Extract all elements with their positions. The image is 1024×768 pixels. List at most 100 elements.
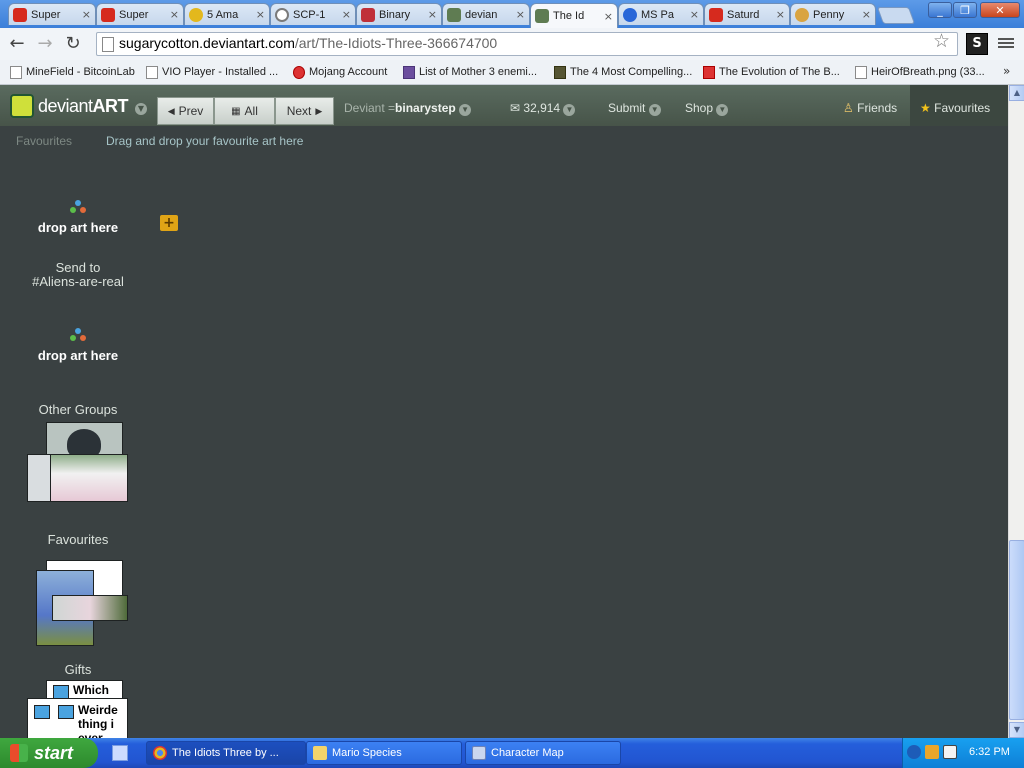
- back-arrow-icon[interactable]: ←: [6, 33, 28, 55]
- favourites-tab[interactable]: ★ Favourites: [910, 85, 1008, 126]
- envelope-icon: ✉: [510, 101, 521, 115]
- bookmark-item[interactable]: Mojang Account: [293, 64, 387, 80]
- grid-icon: ▦: [231, 105, 241, 117]
- drop-sidebar: drop art here + Send to #Aliens-are-real…: [0, 152, 1008, 738]
- chevron-down-icon[interactable]: ▼: [135, 103, 147, 115]
- bookmark-item[interactable]: The 4 Most Compelling...: [554, 64, 692, 80]
- favourites-section-label[interactable]: Favourites: [0, 532, 158, 547]
- prev-button[interactable]: ◀ Prev: [157, 97, 214, 125]
- tab-close-icon[interactable]: ×: [342, 8, 351, 21]
- system-tray: 6:32 PM: [902, 738, 1024, 768]
- maximize-button[interactable]: ❐: [953, 2, 977, 18]
- folder-icon: [313, 746, 327, 760]
- bookmark-item[interactable]: The Evolution of The B...: [703, 64, 840, 80]
- chevron-down-icon: ▼: [648, 104, 661, 116]
- forward-arrow-icon[interactable]: →: [34, 33, 56, 55]
- browser-tab-5[interactable]: Binary ×: [356, 3, 442, 25]
- coin-icon: [189, 7, 203, 22]
- b-icon: [703, 65, 715, 79]
- address-bar[interactable]: sugarycotton.deviantart.com/art/The-Idio…: [96, 32, 958, 56]
- favourites-label[interactable]: Favourites: [16, 134, 72, 148]
- browser-toolbar: ← → ↻ sugarycotton.deviantart.com/art/Th…: [0, 28, 1024, 61]
- submit-menu[interactable]: Submit ▼: [608, 101, 661, 116]
- mario-icon: [101, 7, 115, 22]
- browser-tab-3[interactable]: 5 Ama ×: [184, 3, 270, 25]
- face-icon: [795, 7, 809, 22]
- bookmark-item[interactable]: MineField - BitcoinLab: [10, 64, 135, 80]
- extension-button[interactable]: S: [966, 33, 988, 55]
- reload-icon[interactable]: ↻: [62, 33, 84, 55]
- taskbar-item-charmap[interactable]: Character Map: [465, 741, 621, 765]
- tab-close-icon[interactable]: ×: [776, 8, 785, 21]
- browser-tab-9[interactable]: Saturd ×: [704, 3, 790, 25]
- vertical-scrollbar[interactable]: ▲ ▼: [1008, 85, 1024, 738]
- add-group-button[interactable]: +: [160, 215, 178, 231]
- all-button[interactable]: ▦ All: [214, 97, 275, 125]
- group-thumbnail[interactable]: [50, 454, 128, 502]
- windows-logo-icon: [10, 744, 28, 762]
- tab-close-icon[interactable]: ×: [428, 8, 437, 21]
- tab-strip: Super × Super × 5 Ama × SCP-1 × Binary × devi…: [0, 0, 1024, 28]
- taskbar-item-folder[interactable]: Mario Species: [306, 741, 462, 765]
- wiki-icon: [403, 65, 415, 79]
- page-icon: [855, 65, 867, 79]
- mojang-icon: [293, 65, 305, 79]
- drop-zone-label[interactable]: drop art here: [0, 220, 158, 235]
- favourite-thumbnail[interactable]: [52, 595, 128, 621]
- megaman-icon: [623, 7, 637, 22]
- monitor-icon: [34, 705, 50, 719]
- bookmark-item[interactable]: VIO Player - Installed ...: [146, 64, 278, 80]
- bookmark-item[interactable]: List of Mother 3 enemi...: [403, 64, 537, 80]
- clock[interactable]: 6:32 PM: [969, 746, 1010, 758]
- tab-close-icon[interactable]: ×: [516, 8, 525, 21]
- menu-icon[interactable]: [998, 36, 1014, 50]
- scroll-down-arrow[interactable]: ▼: [1009, 722, 1024, 738]
- caret-left-icon: ◀: [167, 105, 175, 116]
- tab-close-icon[interactable]: ×: [690, 8, 699, 21]
- gifts-label[interactable]: Gifts: [0, 662, 158, 677]
- scrollbar-thumb[interactable]: [1009, 540, 1024, 720]
- tab-close-icon[interactable]: ×: [82, 8, 91, 21]
- quick-launch-icon[interactable]: [112, 745, 128, 761]
- tray-app-icon[interactable]: [925, 745, 939, 759]
- tab-close-icon[interactable]: ×: [170, 8, 179, 21]
- group-name-label: #Aliens-are-real: [32, 274, 124, 289]
- deviantart-logo-icon: [10, 94, 34, 118]
- browser-tab-2[interactable]: Super ×: [96, 3, 184, 25]
- browser-tab-6[interactable]: devian ×: [442, 3, 530, 25]
- bookmark-star-icon[interactable]: ☆: [933, 30, 950, 52]
- friends-button[interactable]: ♙ Friends: [843, 101, 897, 115]
- tray-app-icon[interactable]: [943, 745, 957, 759]
- shop-menu[interactable]: Shop ▼: [685, 101, 729, 116]
- bookmarks-overflow-icon[interactable]: »: [1003, 64, 1010, 78]
- bookmarks-bar: MineField - BitcoinLab VIO Player - Inst…: [0, 60, 1024, 85]
- browser-tab-4[interactable]: SCP-1 ×: [270, 3, 356, 25]
- minimize-button[interactable]: _: [928, 2, 952, 18]
- browser-tab-active[interactable]: The Id ×: [530, 3, 618, 28]
- new-tab-button[interactable]: [876, 7, 916, 24]
- bookmark-item[interactable]: HeirOfBreath.png (33...: [855, 64, 985, 80]
- page-icon: [10, 65, 22, 79]
- messages-button[interactable]: ✉ 32,914 ▼: [510, 101, 576, 116]
- browser-tab-1[interactable]: Super ×: [8, 3, 96, 25]
- deviant-menu[interactable]: Deviant =binarystep ▼: [344, 101, 472, 116]
- other-groups-label[interactable]: Other Groups: [0, 402, 158, 417]
- browser-tab-8[interactable]: MS Pa ×: [618, 3, 704, 25]
- deviantart-logo[interactable]: deviantART: [10, 94, 129, 118]
- start-button[interactable]: start: [0, 738, 98, 768]
- tab-close-icon[interactable]: ×: [604, 10, 613, 23]
- gift-thumbnail[interactable]: Weirde thing i ever: [27, 698, 128, 738]
- scp-icon: [275, 7, 289, 22]
- scroll-up-arrow[interactable]: ▲: [1009, 85, 1024, 101]
- close-window-button[interactable]: ✕: [980, 2, 1020, 18]
- drop-hint: Drag and drop your favourite art here: [106, 134, 304, 148]
- tab-close-icon[interactable]: ×: [256, 8, 265, 21]
- charmap-icon: [472, 746, 486, 760]
- cracked-icon: [554, 65, 566, 79]
- drop-zone-label[interactable]: drop art here: [0, 348, 158, 363]
- next-button[interactable]: Next ▶: [275, 97, 334, 125]
- taskbar-item-browser[interactable]: The Idiots Three by ...: [146, 741, 306, 765]
- browser-tab-10[interactable]: Penny ×: [790, 3, 876, 25]
- tray-expand-icon[interactable]: [907, 745, 921, 759]
- tab-close-icon[interactable]: ×: [862, 8, 871, 21]
